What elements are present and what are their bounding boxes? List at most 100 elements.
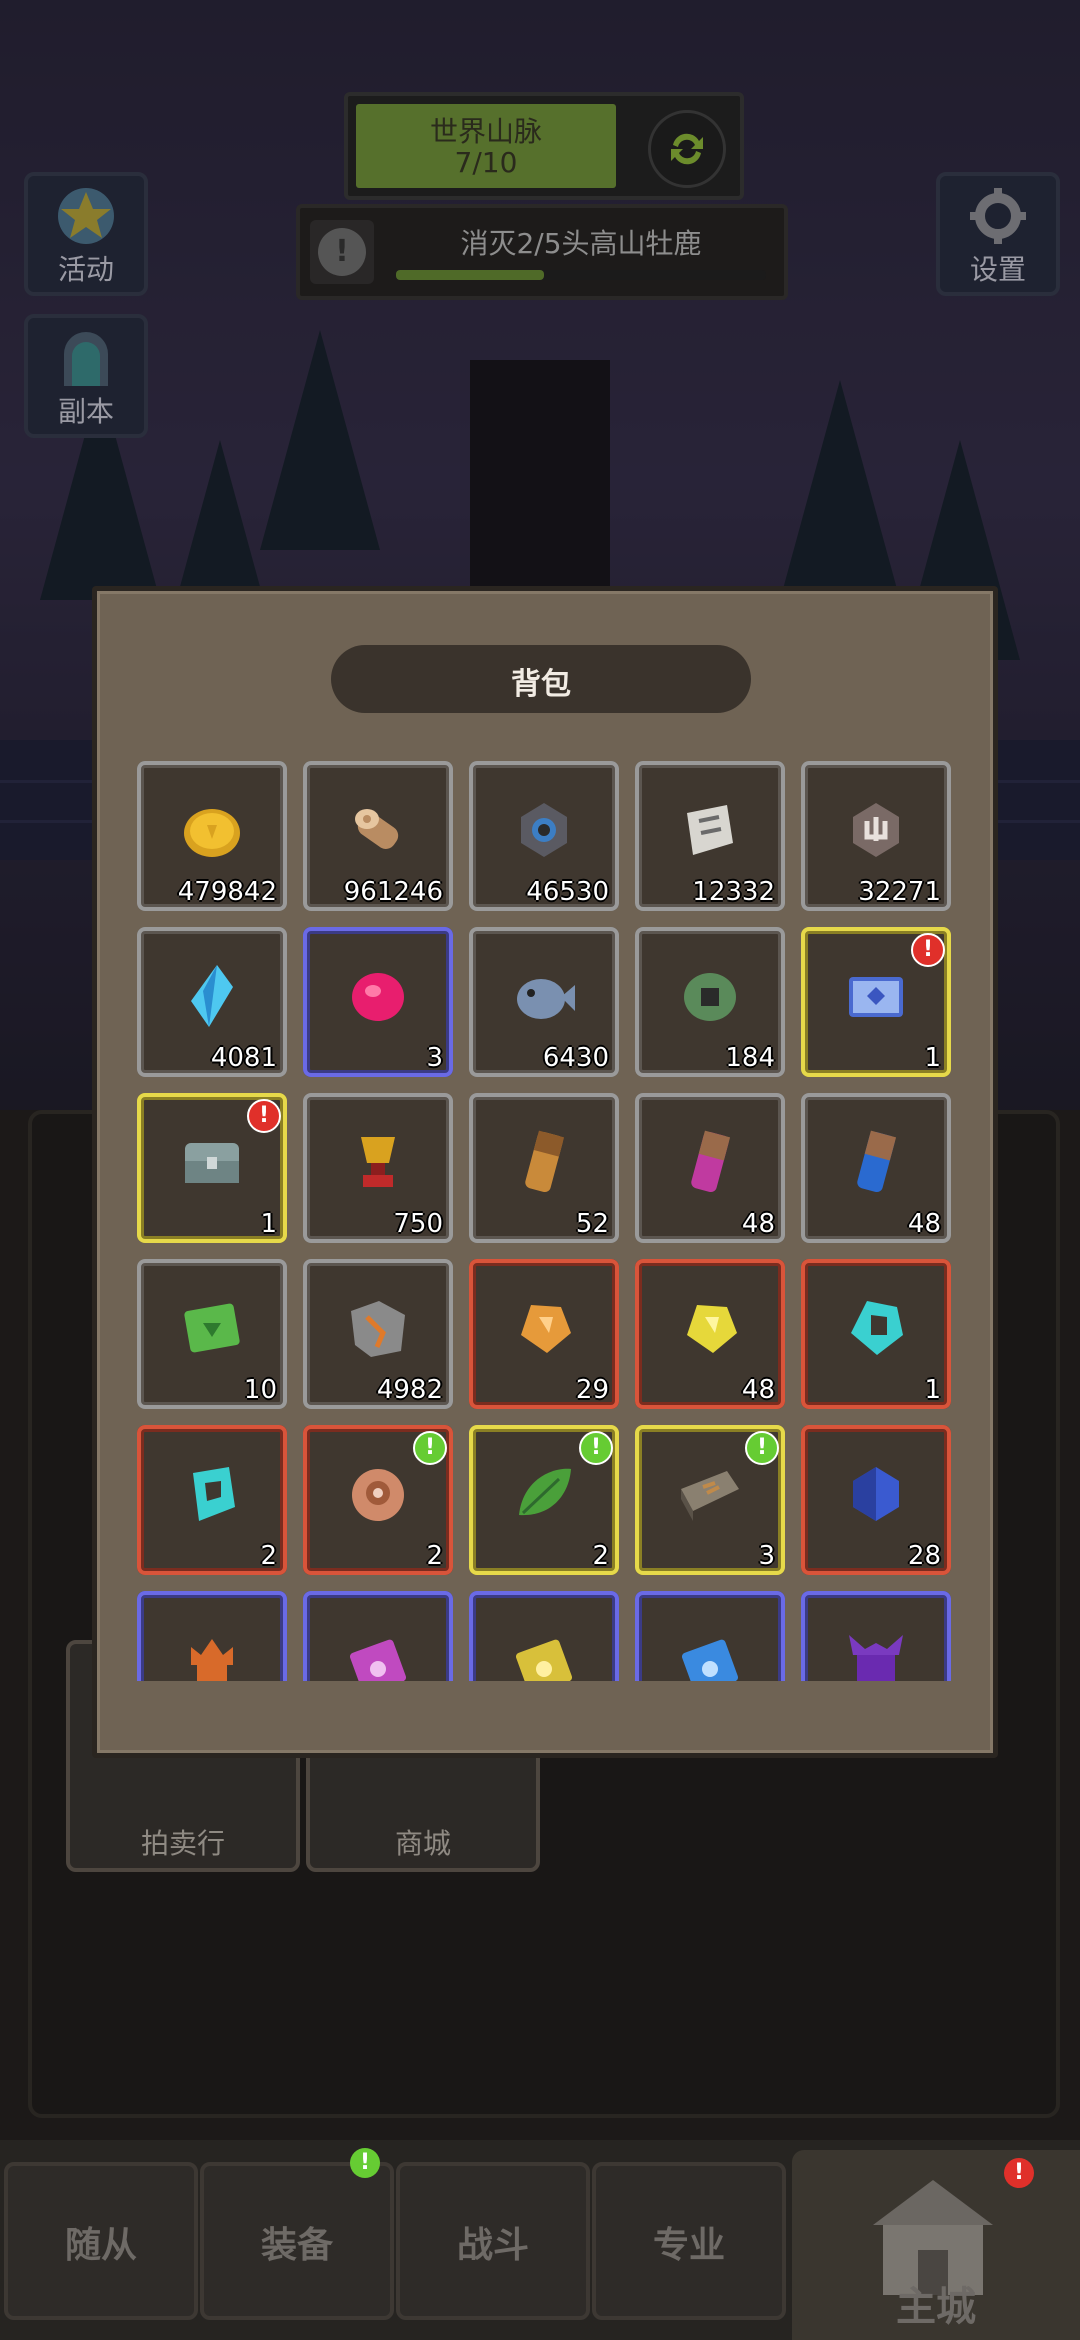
inventory-slot[interactable]: 3! [635,1425,785,1575]
inventory-slot[interactable]: 2! [303,1425,453,1575]
dungeon-label: 副本 [57,395,114,428]
activity-label: 活动 [57,253,114,286]
item-count: 29 [575,1375,609,1405]
inventory-slot[interactable]: 2 [137,1425,287,1575]
nav-battle-label: 战斗 [456,2225,529,2266]
silver-chest-icon [177,1127,247,1197]
nav-equipment[interactable]: 装备 ! [200,2148,394,2320]
star-icon [58,188,114,244]
trophy-icon [343,1127,413,1197]
notification-badge: ! [247,1099,281,1133]
blue-crystal-icon [177,961,247,1031]
inventory-slot[interactable]: 1! [801,927,951,1077]
blue-gem-icon [841,1459,911,1529]
inventory-slot[interactable]: 961246 [303,761,453,911]
inventory-slot[interactable]: 6430 [469,927,619,1077]
dungeon-button[interactable]: 副本 [24,314,148,438]
inventory-slot[interactable]: 2! [469,1425,619,1575]
region-panel[interactable]: 世界山脉 7/10 [344,92,744,200]
scroll-icon [675,795,745,865]
inventory-slot[interactable] [137,1591,287,1681]
bag-grid: 479842 961246 46530 12332 32271 4081 3 6430 184 1… [137,761,953,1681]
bag-title: 背包 [511,667,571,702]
inventory-slot[interactable]: 1 [801,1259,951,1409]
cyan-ring-icon [841,1293,911,1363]
item-count: 2 [260,1541,277,1571]
magenta-potion-icon [675,1127,745,1197]
notification-badge: ! [350,2148,380,2178]
item-count: 2 [426,1541,443,1571]
yellow-card-icon [509,1625,579,1681]
inventory-slot[interactable]: 4982 [303,1259,453,1409]
refresh-button[interactable] [648,110,726,188]
blue-chest-icon [841,961,911,1031]
notification-badge: ! [1004,2158,1034,2188]
inventory-slot[interactable] [801,1591,951,1681]
item-count: 1 [924,1043,941,1073]
inventory-slot[interactable]: 12332 [635,761,785,911]
green-ticket-icon [177,1293,247,1363]
nav-followers[interactable]: 随从 [4,2162,198,2320]
shop-label: 商城 [394,1827,451,1860]
stone-rune-icon [841,795,911,865]
purple-helmet-icon [841,1625,911,1681]
item-count: 2 [592,1541,609,1571]
inventory-slot[interactable]: 32271 [801,761,951,911]
inventory-slot[interactable]: 184 [635,927,785,1077]
inventory-slot[interactable]: 3 [303,927,453,1077]
purple-card-icon [343,1625,413,1681]
inventory-slot[interactable]: 750 [303,1093,453,1243]
notification-badge: ! [413,1431,447,1465]
blue-potion-icon [841,1127,911,1197]
inventory-slot[interactable]: 10 [137,1259,287,1409]
item-count: 3 [758,1541,775,1571]
inventory-slot[interactable]: 52 [469,1093,619,1243]
inventory-slot[interactable] [635,1591,785,1681]
pink-gem-icon [343,961,413,1031]
inventory-slot[interactable]: 29 [469,1259,619,1409]
region-name: 世界山脉 [429,115,542,148]
item-count: 4081 [210,1043,277,1073]
notification-badge: ! [579,1431,613,1465]
nav-profession-label: 专业 [652,2225,725,2266]
cyan-rune-icon [177,1459,247,1529]
inventory-slot[interactable]: 479842 [137,761,287,911]
notification-badge: ! [911,933,945,967]
region-progress-text: 7/10 [454,146,518,179]
item-count: 750 [393,1209,443,1239]
inventory-slot[interactable]: 1! [137,1093,287,1243]
inventory-slot[interactable]: 28 [801,1425,951,1575]
nav-profession[interactable]: 专业 [592,2162,786,2320]
nav-battle[interactable]: 战斗 [396,2162,590,2320]
quest-progress-fill [396,270,544,280]
nav-main-city[interactable]: ! 主城 [792,2150,1080,2340]
bottom-nav: 随从 装备 ! 战斗 专业 ! 主城 [0,2140,1080,2340]
item-count: 10 [243,1375,277,1405]
activity-button[interactable]: 活动 [24,172,148,296]
inventory-slot[interactable]: 48 [635,1093,785,1243]
settings-button[interactable]: 设置 [936,172,1060,296]
inventory-slot[interactable]: 48 [635,1259,785,1409]
quest-progress-bar [396,270,766,280]
inventory-slot[interactable]: 48 [801,1093,951,1243]
inventory-slot[interactable] [303,1591,453,1681]
orange-potion-icon [509,1127,579,1197]
item-count: 48 [741,1209,775,1239]
item-count: 46530 [526,877,609,907]
quest-alert-button[interactable]: ! [310,220,374,284]
item-count: 12332 [692,877,775,907]
inventory-slot[interactable] [469,1591,619,1681]
item-count: 4982 [376,1375,443,1405]
gold-coin-icon [177,795,247,865]
orange-helmet-icon [177,1625,247,1681]
fish-icon [509,961,579,1031]
blue-card-icon [675,1625,745,1681]
inventory-slot[interactable]: 46530 [469,761,619,911]
orange-shard-icon [509,1293,579,1363]
item-count: 28 [907,1541,941,1571]
item-count: 1 [260,1209,277,1239]
item-count: 3 [426,1043,443,1073]
exclamation-icon: ! [318,228,366,276]
inventory-slot[interactable]: 4081 [137,927,287,1077]
quest-tracker[interactable]: ! 消灭2/5头高山牡鹿 [296,204,788,300]
